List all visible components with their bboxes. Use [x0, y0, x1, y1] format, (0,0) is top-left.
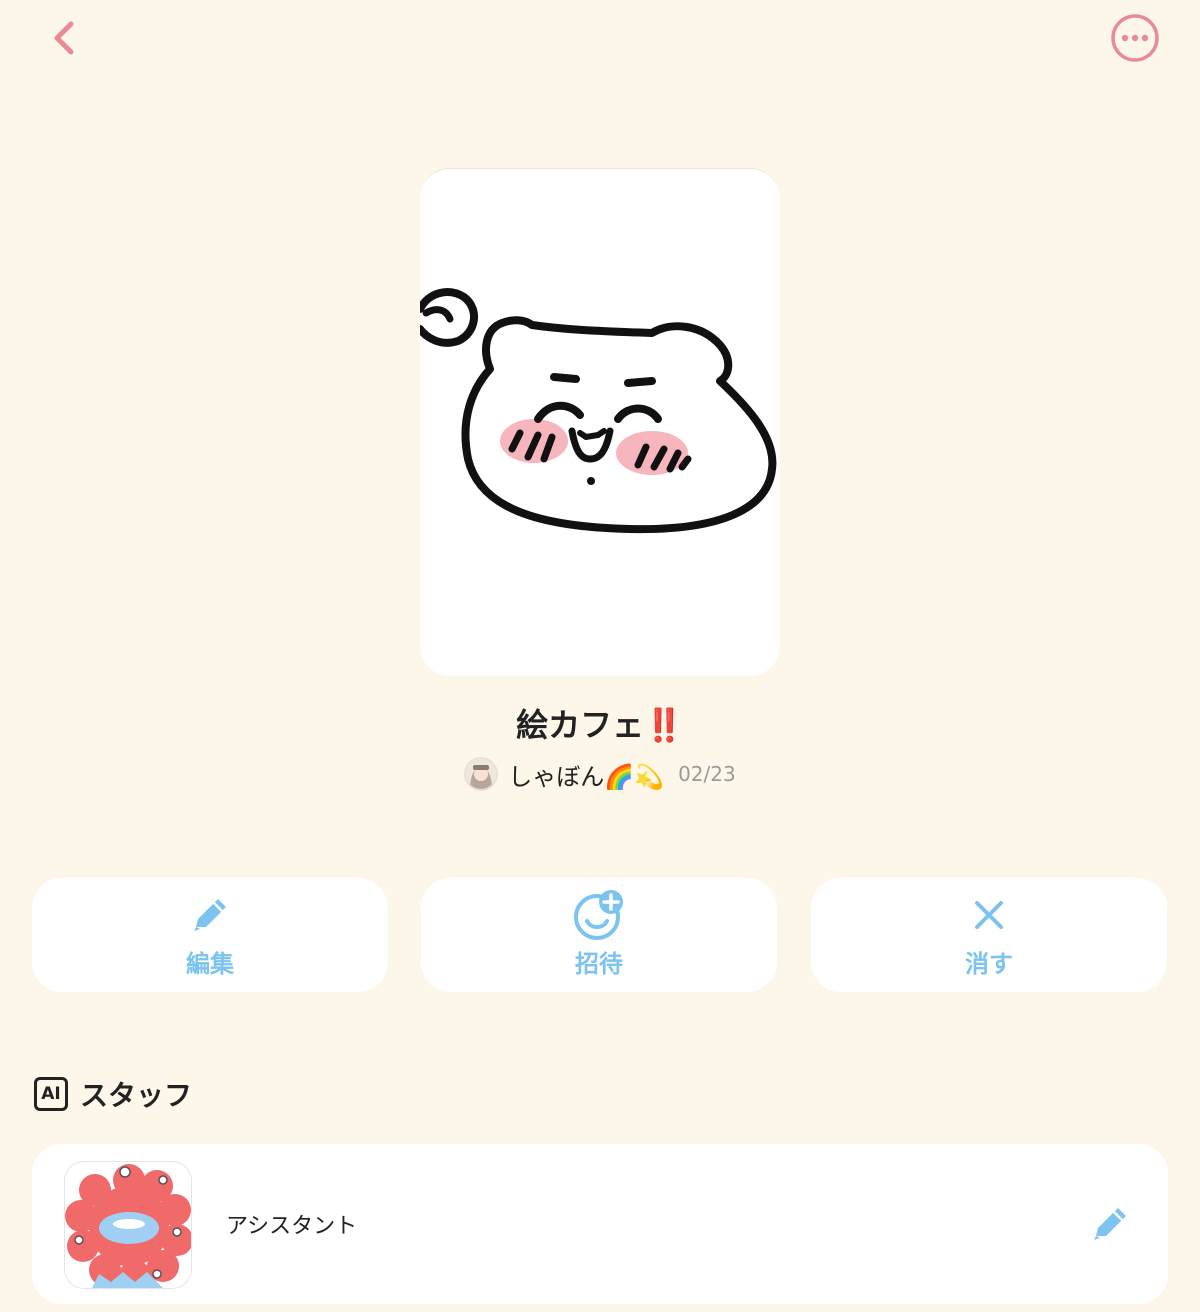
back-button[interactable]: [40, 16, 88, 64]
owner-name[interactable]: しゃぼん🌈💫: [508, 757, 664, 792]
more-button[interactable]: [1110, 13, 1160, 67]
post-date: 02/23: [678, 762, 736, 786]
pencil-icon: [1088, 1202, 1132, 1250]
invite-label: 招待: [575, 949, 623, 978]
edit-label: 編集: [186, 949, 234, 978]
more-horizontal-circle-icon: [1110, 13, 1160, 67]
bear-face-drawing: [420, 288, 777, 534]
invite-face-plus-icon: [573, 889, 625, 940]
pencil-icon: [188, 892, 232, 938]
staff-item-assistant[interactable]: アシスタント: [32, 1144, 1168, 1304]
edit-button[interactable]: 編集: [32, 878, 388, 992]
room-meta: しゃぼん🌈💫 02/23: [0, 756, 1200, 792]
chevron-left-icon: [49, 18, 79, 62]
delete-button[interactable]: 消す: [811, 878, 1167, 992]
staff-name: アシスタント: [226, 1214, 358, 1239]
room-cover-image[interactable]: [420, 168, 780, 676]
staff-section-title: スタッフ: [80, 1079, 193, 1112]
invite-button[interactable]: 招待: [421, 878, 777, 992]
avatar[interactable]: [464, 757, 499, 791]
room-detail-screen: 絵カフェ‼️ しゃぼん🌈💫 02/23 編集 招待 消す AI スタッフ アシス…: [0, 0, 1200, 1312]
ai-badge-icon: AI: [34, 1077, 68, 1111]
close-icon: [969, 892, 1009, 938]
room-title: 絵カフェ‼️: [516, 706, 684, 744]
staff-edit-button[interactable]: [1086, 1202, 1134, 1250]
delete-label: 消す: [965, 949, 1013, 978]
staff-section-header: AI スタッフ: [34, 1074, 192, 1114]
avatar: [64, 1161, 192, 1289]
